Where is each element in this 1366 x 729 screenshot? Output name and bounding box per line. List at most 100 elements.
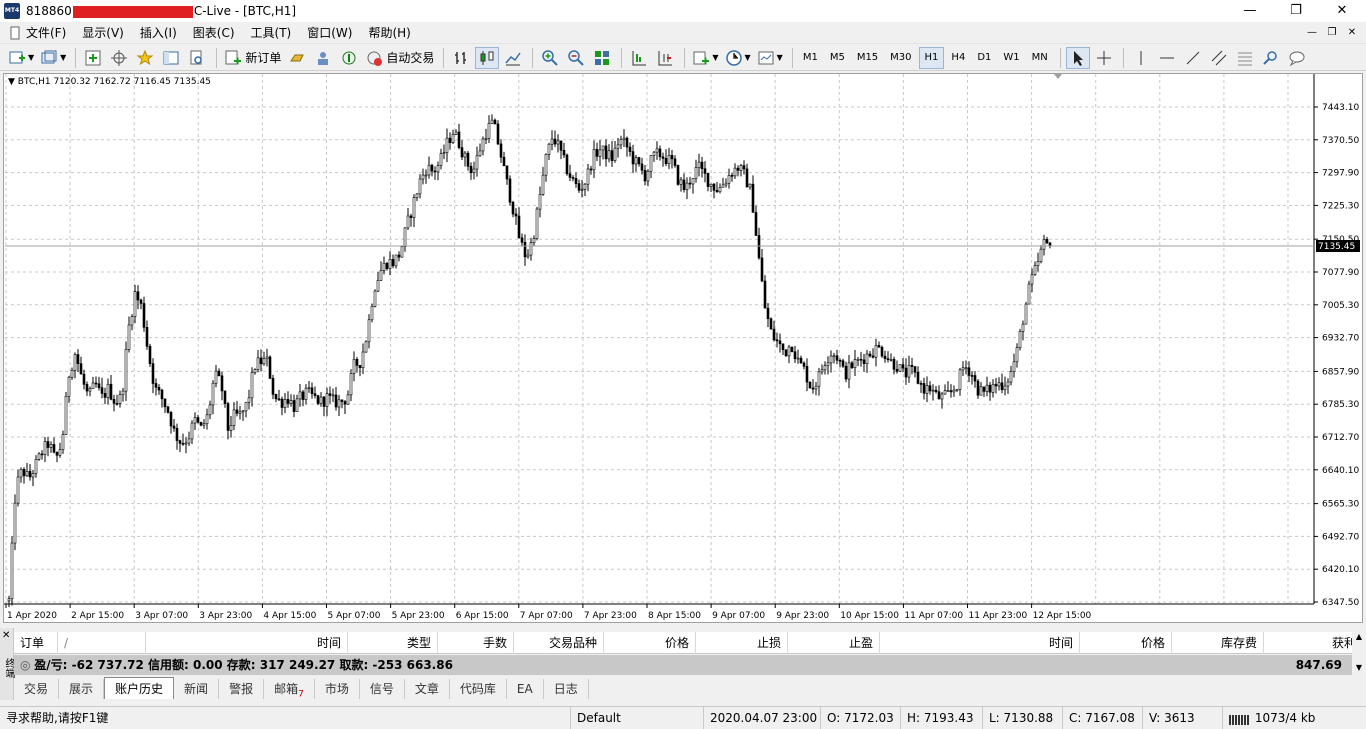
timeframe-m1[interactable]: M1 <box>798 47 823 69</box>
status-connection[interactable]: 1073/4 kb <box>1222 707 1366 729</box>
tab-mailbox[interactable]: 邮箱7 <box>264 679 315 699</box>
indicators-button[interactable]: ▼ <box>690 47 720 69</box>
zoom-in-icon <box>542 49 559 66</box>
candle-body <box>166 406 170 413</box>
col-type[interactable]: 类型 <box>348 632 438 654</box>
candle-body <box>520 237 524 243</box>
tab-market[interactable]: 市场 <box>315 679 360 699</box>
auto-trading-button[interactable]: 自动交易 <box>363 47 436 69</box>
col-stop-loss[interactable]: 止损 <box>696 632 788 654</box>
zoom-out-button[interactable] <box>564 47 588 69</box>
signals-button[interactable] <box>337 47 361 69</box>
minimize-button[interactable]: — <box>1227 0 1273 22</box>
col-profit[interactable]: 获利 <box>1264 632 1362 654</box>
tab-exposure[interactable]: 展示 <box>59 679 105 699</box>
col-lots[interactable]: 手数 <box>438 632 514 654</box>
chat-button[interactable] <box>1285 47 1309 69</box>
mdi-minimize-button[interactable]: — <box>1302 22 1322 44</box>
auto-scroll-button[interactable] <box>627 47 651 69</box>
timeframe-m15[interactable]: M15 <box>852 47 883 69</box>
tab-articles[interactable]: 文章 <box>405 679 450 699</box>
terminal-button[interactable] <box>159 47 183 69</box>
account-summary-row[interactable]: ◎ 盈/亏: -62 737.72 信用额: 0.00 存款: 317 249.… <box>14 655 1362 675</box>
chart-shift-button[interactable] <box>653 47 677 69</box>
menu-view[interactable]: 显示(V) <box>74 22 132 44</box>
candlestick-button[interactable] <box>475 46 500 69</box>
col-open-time[interactable]: 时间 <box>146 632 348 654</box>
tile-windows-button[interactable] <box>590 47 614 69</box>
tab-trade[interactable]: 交易 <box>14 679 60 699</box>
navigator-button[interactable] <box>133 47 157 69</box>
col-close-price[interactable]: 价格 <box>1080 632 1172 654</box>
timeframe-m5[interactable]: M5 <box>825 47 850 69</box>
line-chart-button[interactable] <box>501 47 525 69</box>
candle-body <box>736 167 740 171</box>
trendline-button[interactable] <box>1181 47 1205 69</box>
menu-chart[interactable]: 图表(C) <box>185 22 243 44</box>
bar-chart-button[interactable] <box>449 47 473 69</box>
col-order[interactable]: 订单 <box>14 632 58 654</box>
maximize-button[interactable]: ❐ <box>1273 0 1319 22</box>
strategy-tester-button[interactable] <box>185 47 209 69</box>
menu-help[interactable]: 帮助(H) <box>360 22 418 44</box>
timeframe-mn[interactable]: MN <box>1027 47 1053 69</box>
text-button[interactable] <box>1259 47 1283 69</box>
candle-body <box>790 346 794 353</box>
col-take-profit[interactable]: 止盈 <box>788 632 880 654</box>
horizontal-line-button[interactable] <box>1155 47 1179 69</box>
candle-body <box>43 441 47 455</box>
col-swap[interactable]: 库存费 <box>1172 632 1264 654</box>
tab-signals[interactable]: 信号 <box>360 679 405 699</box>
scroll-down-icon[interactable]: ▼ <box>1352 663 1366 672</box>
candle-body <box>139 299 143 304</box>
new-chart-button[interactable]: ▼ <box>6 47 36 69</box>
tab-experts[interactable]: EA <box>507 679 544 699</box>
col-symbol[interactable]: 交易品种 <box>514 632 604 654</box>
scroll-up-icon[interactable]: ▲ <box>1352 632 1366 641</box>
mdi-restore-button[interactable]: ❐ <box>1322 22 1342 44</box>
timeframe-h4[interactable]: H4 <box>946 47 970 69</box>
timeframe-d1[interactable]: D1 <box>972 47 996 69</box>
tab-alerts[interactable]: 警报 <box>219 679 265 699</box>
periods-button[interactable]: ▼ <box>723 47 753 69</box>
col-close-time[interactable]: 时间 <box>880 632 1080 654</box>
col-sort[interactable]: / <box>58 632 146 654</box>
vertical-line-button[interactable] <box>1129 47 1153 69</box>
metaeditor-button[interactable] <box>285 47 309 69</box>
terminal-scrollbar[interactable]: ▲ ▼ <box>1352 632 1366 677</box>
menu-window[interactable]: 窗口(W) <box>299 22 360 44</box>
horizontal-line-icon <box>1159 57 1174 58</box>
candle-body <box>274 394 278 400</box>
candle-body <box>304 387 308 400</box>
data-window-button[interactable] <box>107 47 131 69</box>
candlestick-chart[interactable]: 7443.107370.507297.907225.307150.507077.… <box>4 74 1362 622</box>
equidistant-channel-button[interactable] <box>1207 47 1231 69</box>
profiles-button[interactable]: ▼ <box>38 47 68 69</box>
account-button[interactable] <box>311 47 335 69</box>
candle-body <box>1036 261 1040 266</box>
crosshair-button[interactable] <box>1092 47 1116 69</box>
cursor-button[interactable] <box>1065 46 1090 69</box>
menu-tools[interactable]: 工具(T) <box>243 22 300 44</box>
templates-button[interactable]: ▼ <box>755 47 785 69</box>
candle-body <box>322 396 326 407</box>
mdi-close-button[interactable]: ✕ <box>1342 22 1362 44</box>
new-order-button[interactable]: 新订单 <box>222 47 283 69</box>
market-watch-button[interactable] <box>81 47 105 69</box>
status-profile[interactable]: Default <box>570 707 703 729</box>
menu-insert[interactable]: 插入(I) <box>132 22 185 44</box>
fibonacci-button[interactable] <box>1233 47 1257 69</box>
timeframe-w1[interactable]: W1 <box>998 47 1024 69</box>
timeframe-h1[interactable]: H1 <box>918 46 945 69</box>
timeframe-m30[interactable]: M30 <box>885 47 916 69</box>
menu-file[interactable]: 文件(F) <box>0 22 74 44</box>
terminal-close-icon[interactable]: ✕ <box>2 630 10 641</box>
close-button[interactable]: ✕ <box>1319 0 1365 22</box>
tab-news[interactable]: 新闻 <box>174 679 220 699</box>
col-open-price[interactable]: 价格 <box>604 632 696 654</box>
zoom-in-button[interactable] <box>538 47 562 69</box>
tab-account-history[interactable]: 账户历史 <box>104 677 175 699</box>
chart-window[interactable]: 7443.107370.507297.907225.307150.507077.… <box>3 73 1363 623</box>
tab-journal[interactable]: 日志 <box>544 679 589 699</box>
tab-code-base[interactable]: 代码库 <box>450 679 507 699</box>
